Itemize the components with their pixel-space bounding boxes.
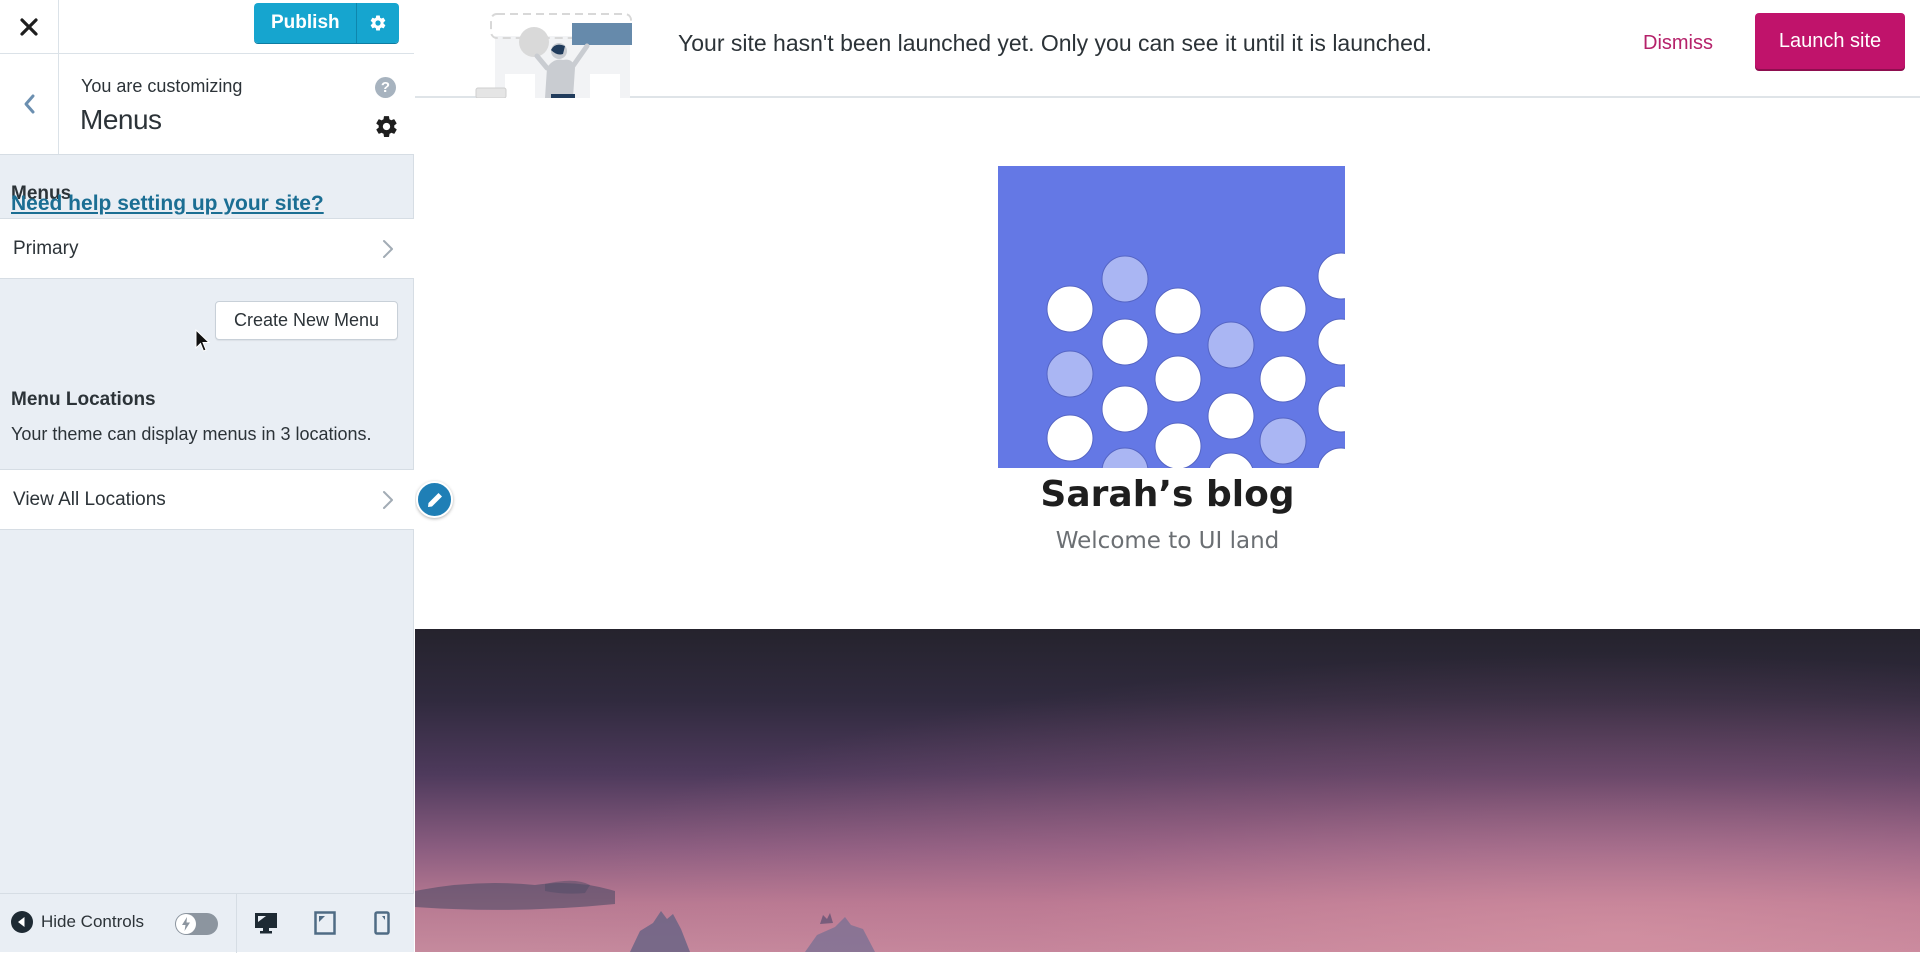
view-all-locations[interactable]: View All Locations (0, 469, 414, 530)
mobile-icon (374, 911, 390, 935)
site-tagline: Welcome to UI land (1055, 528, 1280, 554)
tablet-icon (314, 911, 336, 935)
section-settings-button[interactable] (374, 114, 399, 144)
customize-section-header: You are customizing Menus ? (0, 54, 414, 155)
logo-dot (1317, 385, 1345, 433)
logo-dot (1046, 414, 1094, 462)
section-title: Menus (80, 104, 162, 135)
logo-dot (1154, 355, 1202, 403)
customizing-label: You are customizing (81, 76, 243, 96)
logo-dot-pattern (1046, 252, 1345, 468)
footer-divider (236, 894, 237, 953)
logo-dot (1154, 287, 1202, 335)
logo-dot (1259, 285, 1307, 333)
dismiss-link[interactable]: Dismiss (1643, 32, 1713, 55)
logo-dot (1101, 318, 1149, 366)
site-title[interactable]: Sarah’s blog (415, 474, 1920, 515)
toggle-knob (176, 914, 196, 934)
chevron-left-icon (24, 94, 35, 114)
logo-dot (1101, 385, 1149, 433)
launch-banner-message: Your site hasn't been launched yet. Only… (678, 30, 1433, 56)
menu-item-primary[interactable]: Primary (0, 218, 414, 279)
help-icon[interactable]: ? (375, 77, 396, 98)
gear-icon (376, 116, 397, 137)
menu-locations-description: Your theme can display menus in 3 locati… (11, 424, 372, 444)
close-icon (20, 18, 38, 36)
preview-desktop-button[interactable] (254, 911, 278, 940)
logo-dot (1046, 350, 1094, 398)
logo-dot (1154, 422, 1202, 468)
chevron-right-icon (383, 491, 393, 509)
site-preview: Your site hasn't been launched yet. Only… (415, 0, 1920, 952)
collapse-arrow-icon (11, 911, 33, 933)
help-setup-link[interactable]: Need help setting up your site? (11, 192, 324, 216)
launch-banner: Your site hasn't been launched yet. Only… (415, 0, 1920, 98)
logo-dot (1101, 255, 1149, 303)
site-logo[interactable] (998, 166, 1345, 468)
create-new-menu-button[interactable]: Create New Menu (215, 301, 398, 340)
hero-image (415, 629, 1920, 952)
logo-dot (1101, 447, 1149, 468)
pencil-icon (427, 492, 442, 507)
mountain-silhouettes (415, 880, 875, 952)
preview-tablet-button[interactable] (314, 911, 336, 940)
mouse-cursor-icon (195, 329, 211, 352)
menu-locations-heading: Menu Locations (11, 389, 156, 410)
logo-dot (1317, 318, 1345, 366)
logo-dot (1259, 417, 1307, 465)
logo-dot (1207, 392, 1255, 440)
launch-site-button[interactable]: Launch site (1755, 13, 1905, 69)
launch-illustration (475, 13, 632, 98)
preview-mobile-button[interactable] (374, 911, 390, 940)
menu-item-label: Primary (13, 237, 79, 259)
logo-dot (1208, 452, 1254, 468)
instant-preview-toggle[interactable] (175, 913, 218, 935)
close-customizer-button[interactable] (0, 0, 59, 54)
gear-icon (370, 15, 385, 31)
logo-dot (1046, 285, 1094, 333)
customizer-footer: Hide Controls (0, 893, 414, 953)
hide-controls-label: Hide Controls (41, 912, 144, 931)
edit-menu-shortcut-button[interactable] (416, 481, 453, 518)
chevron-right-icon (383, 240, 393, 258)
logo-dot (1317, 252, 1345, 300)
logo-dot (1207, 321, 1255, 369)
back-button[interactable] (0, 54, 59, 154)
view-all-locations-label: View All Locations (13, 488, 166, 510)
customizer-topbar: Publish (0, 0, 414, 54)
logo-dot (1317, 447, 1345, 468)
logo-dot (1259, 355, 1307, 403)
publish-settings-button[interactable] (356, 3, 399, 43)
publish-button-group: Publish (254, 3, 399, 43)
desktop-icon (255, 913, 277, 934)
customizer-sidebar: Publish You are customizing Menus ? Menu… (0, 0, 414, 953)
publish-button[interactable]: Publish (254, 3, 357, 43)
hide-controls-button[interactable]: Hide Controls (11, 911, 144, 933)
lightning-icon (182, 917, 190, 931)
